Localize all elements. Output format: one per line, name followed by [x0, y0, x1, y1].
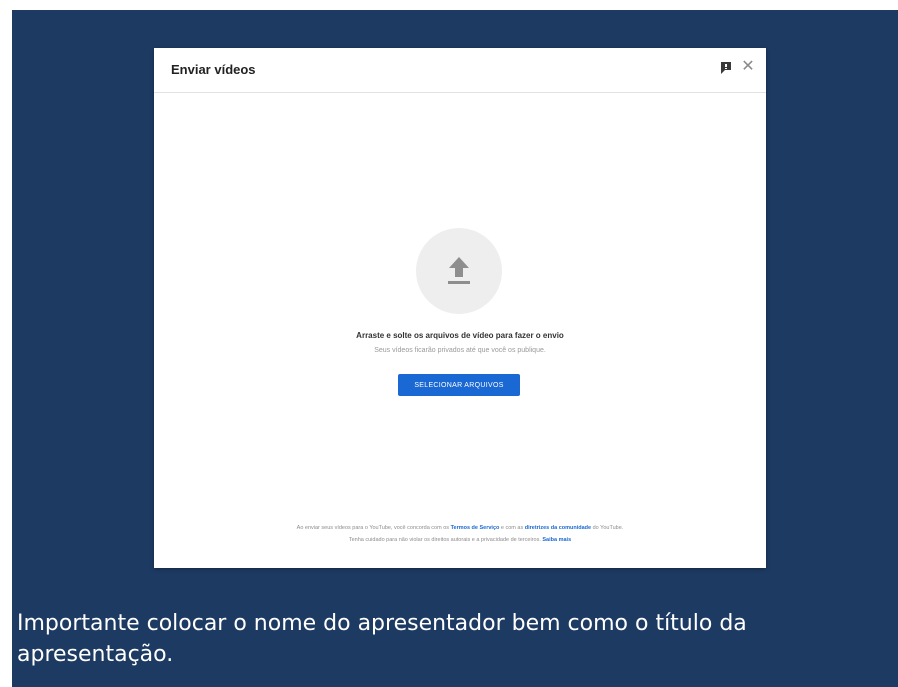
close-icon[interactable]: ✕ — [740, 57, 756, 75]
learn-more-link[interactable]: Saiba mais — [542, 537, 571, 543]
copyright-note: Tenha cuidado para não violar os direito… — [348, 537, 541, 543]
upload-dialog: Enviar vídeos ✕ Arraste e solte os arqui… — [154, 48, 766, 568]
feedback-flag-icon[interactable] — [718, 60, 734, 76]
slide-caption: Importante colocar o nome do apresentado… — [17, 611, 747, 667]
dialog-header: Enviar vídeos ✕ — [154, 48, 766, 93]
drop-prompt: Arraste e solte os arquivos de vídeo par… — [356, 331, 564, 340]
terms-of-service-link[interactable]: Termos de Serviço — [451, 525, 500, 531]
privacy-note: Seus vídeos ficarão privados até que voc… — [374, 347, 546, 354]
dialog-title: Enviar vídeos — [171, 62, 256, 77]
terms-middle: e com as — [500, 525, 524, 531]
select-files-button[interactable]: SELECIONAR ARQUIVOS — [398, 374, 520, 396]
community-guidelines-link[interactable]: diretrizes da comunidade — [525, 525, 591, 531]
terms-line-1: Ao enviar seus vídeos para o YouTube, vo… — [154, 522, 766, 534]
slide-background: Enviar vídeos ✕ Arraste e solte os arqui… — [12, 10, 898, 687]
upload-drop-area[interactable] — [416, 228, 502, 314]
terms-line-2: Tenha cuidado para não violar os direito… — [154, 534, 766, 546]
terms-prefix: Ao enviar seus vídeos para o YouTube, vo… — [296, 525, 450, 531]
upload-arrow-icon — [448, 257, 470, 284]
terms-footer: Ao enviar seus vídeos para o YouTube, vo… — [154, 522, 766, 546]
terms-suffix: do YouTube. — [592, 525, 624, 531]
